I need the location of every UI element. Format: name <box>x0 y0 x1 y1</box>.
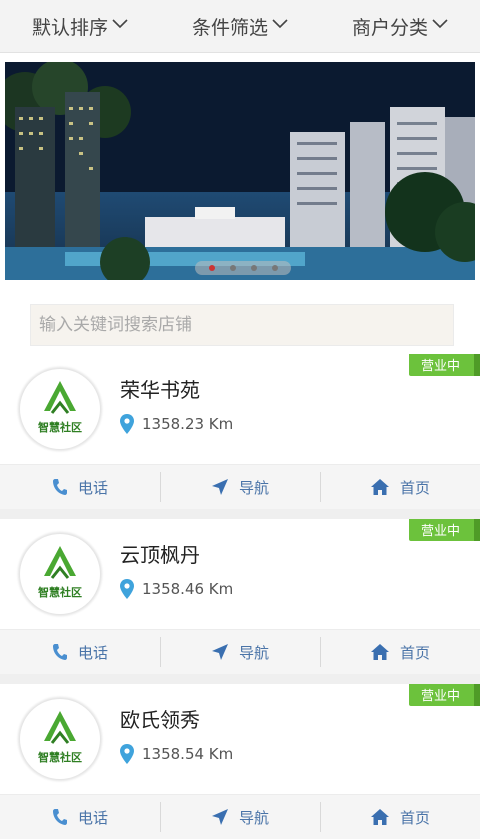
location-pin-icon <box>120 414 134 434</box>
store-name[interactable]: 荣华书苑 <box>120 374 200 403</box>
phone-button[interactable]: 电话 <box>0 630 160 674</box>
phone-button[interactable]: 电话 <box>0 465 160 509</box>
phone-button[interactable]: 电话 <box>0 795 160 839</box>
navigate-button[interactable]: 导航 <box>160 465 320 509</box>
distance-value: 1358.54 Km <box>142 745 234 763</box>
community-logo-icon: 智慧社区 <box>38 546 82 599</box>
search-container <box>0 294 480 354</box>
store-actions: 电话 导航 首页 <box>0 629 480 674</box>
store-list: 营业中 智慧社区 荣华书苑 1358.23 Km 电话 导航 首页 营业中 智慧… <box>0 354 480 839</box>
phone-label: 电话 <box>77 478 108 497</box>
carousel-dot[interactable] <box>271 265 278 271</box>
search-input[interactable] <box>30 304 454 346</box>
homepage-label: 首页 <box>399 808 430 827</box>
store-distance: 1358.23 Km <box>120 414 233 434</box>
status-badge: 营业中 <box>408 519 480 541</box>
navigate-label: 导航 <box>238 478 269 497</box>
location-pin-icon <box>120 579 134 599</box>
condition-filter-label: 条件筛选 <box>191 16 268 39</box>
banner-container <box>0 53 480 294</box>
navigation-arrow-icon <box>211 809 228 825</box>
phone-icon <box>52 479 67 495</box>
chevron-down-icon <box>112 19 128 29</box>
filter-bar: 默认排序 条件筛选 商户分类 <box>0 0 480 53</box>
store-actions: 电话 导航 首页 <box>0 464 480 509</box>
store-card[interactable]: 营业中 智慧社区 荣华书苑 1358.23 Km 电话 导航 首页 <box>0 354 480 509</box>
home-icon <box>370 644 389 660</box>
store-card[interactable]: 营业中 智慧社区 云顶枫丹 1358.46 Km 电话 导航 首页 <box>0 519 480 674</box>
carousel-dot[interactable] <box>250 265 257 271</box>
store-name[interactable]: 云顶枫丹 <box>120 539 200 568</box>
carousel-dot[interactable] <box>208 265 215 271</box>
svg-text:智慧社区: 智慧社区 <box>38 420 82 434</box>
store-distance: 1358.54 Km <box>120 744 233 764</box>
homepage-label: 首页 <box>399 643 430 662</box>
store-name[interactable]: 欧氏领秀 <box>120 704 200 733</box>
homepage-button[interactable]: 首页 <box>320 630 480 674</box>
community-logo-icon: 智慧社区 <box>38 381 82 434</box>
carousel-dots <box>195 261 291 275</box>
carousel-dot[interactable] <box>229 265 236 271</box>
navigation-arrow-icon <box>211 644 228 660</box>
store-logo: 智慧社区 <box>20 534 100 614</box>
sort-filter[interactable]: 默认排序 <box>0 13 160 40</box>
banner-carousel[interactable] <box>5 62 475 280</box>
chevron-down-icon <box>272 19 288 29</box>
phone-icon <box>52 809 67 825</box>
phone-icon <box>52 644 67 660</box>
home-icon <box>370 809 389 825</box>
home-icon <box>370 479 389 495</box>
store-card[interactable]: 营业中 智慧社区 欧氏领秀 1358.54 Km 电话 导航 首页 <box>0 684 480 839</box>
navigate-button[interactable]: 导航 <box>160 795 320 839</box>
chevron-down-icon <box>432 19 448 29</box>
phone-label: 电话 <box>77 643 108 662</box>
svg-text:智慧社区: 智慧社区 <box>38 750 82 764</box>
homepage-label: 首页 <box>399 478 430 497</box>
category-filter[interactable]: 商户分类 <box>320 13 480 40</box>
store-logo: 智慧社区 <box>20 699 100 779</box>
sort-filter-label: 默认排序 <box>31 16 108 39</box>
distance-value: 1358.46 Km <box>142 580 234 598</box>
homepage-button[interactable]: 首页 <box>320 795 480 839</box>
community-logo-icon: 智慧社区 <box>38 711 82 764</box>
homepage-button[interactable]: 首页 <box>320 465 480 509</box>
status-badge: 营业中 <box>408 684 480 706</box>
location-pin-icon <box>120 744 134 764</box>
distance-value: 1358.23 Km <box>142 415 234 433</box>
navigate-label: 导航 <box>238 643 269 662</box>
store-distance: 1358.46 Km <box>120 579 233 599</box>
store-actions: 电话 导航 首页 <box>0 794 480 839</box>
phone-label: 电话 <box>77 808 108 827</box>
condition-filter[interactable]: 条件筛选 <box>160 13 320 40</box>
store-logo: 智慧社区 <box>20 369 100 449</box>
navigate-button[interactable]: 导航 <box>160 630 320 674</box>
svg-text:智慧社区: 智慧社区 <box>38 585 82 599</box>
status-badge: 营业中 <box>408 354 480 376</box>
banner-image <box>5 62 475 280</box>
category-filter-label: 商户分类 <box>351 16 428 39</box>
navigation-arrow-icon <box>211 479 228 495</box>
navigate-label: 导航 <box>238 808 269 827</box>
